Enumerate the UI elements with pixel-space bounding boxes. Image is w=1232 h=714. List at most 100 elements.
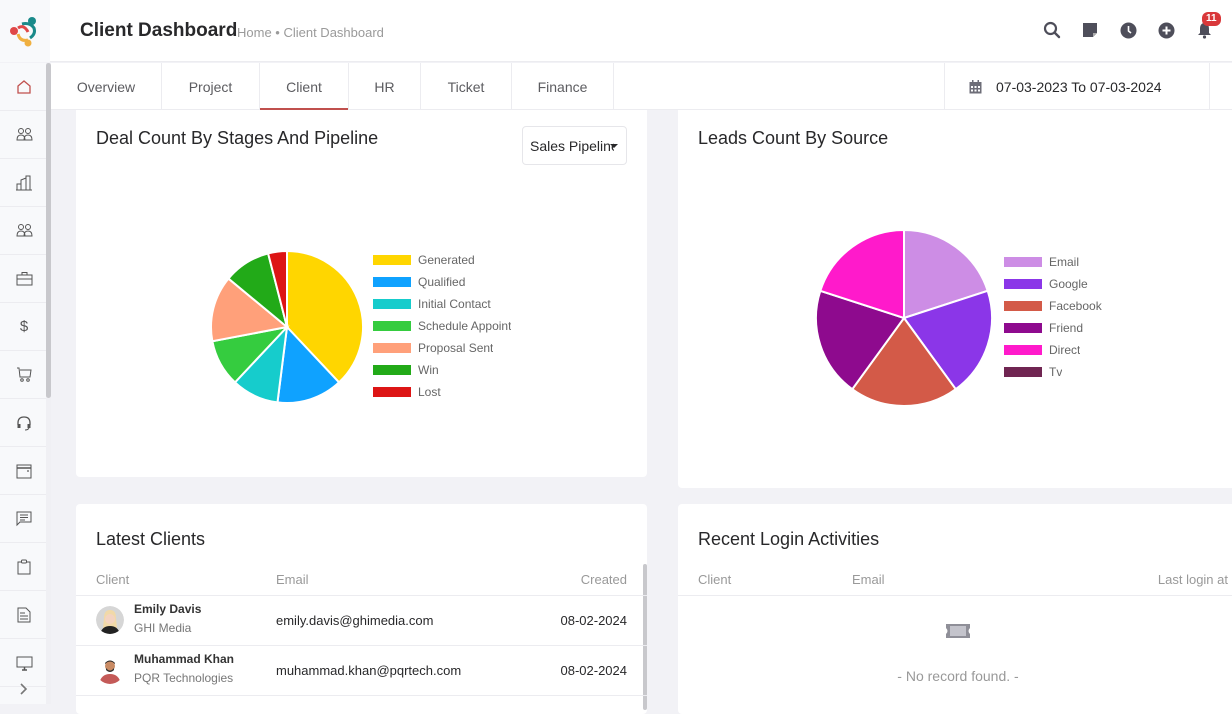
tab-hr[interactable]: HR [349,63,421,110]
legend-label: Win [418,363,439,377]
column-email: Email [852,572,885,587]
legend-label: Qualified [418,275,466,289]
column-email: Email [276,572,309,587]
empty-ticket-icon [946,624,970,638]
table-row[interactable]: Muhammad Khan PQR Technologies muhammad.… [76,646,647,696]
column-last-login: Last login at [1157,572,1228,587]
client-company: PQR Technologies [134,671,234,685]
legend-label: Generated [418,253,475,267]
legend-item-direct[interactable]: Direct [1004,339,1102,361]
client-company: GHI Media [134,621,192,635]
tab-bar: Overview Project Client HR Ticket Financ… [51,63,1232,111]
sticky-note-button[interactable] [1080,20,1100,40]
sidebar-item-projects[interactable] [0,255,48,303]
client-email: muhammad.khan@pqrtech.com [276,663,462,678]
leads-chart-legend: Email Google Facebook Friend Direct Tv [1004,251,1102,383]
legend-label: Tv [1049,365,1063,379]
table-row[interactable]: Emily Davis GHI Media emily.davis@ghimed… [76,596,647,646]
clock-button[interactable] [1118,20,1138,40]
legend-label: Friend [1049,321,1084,335]
legend-swatch [373,343,411,353]
client-name[interactable]: Muhammad Khan [134,652,234,666]
latest-clients-header: Client Email Created [76,566,647,596]
latest-clients-card: Latest Clients Client Email Created Emil… [76,504,647,714]
breadcrumb[interactable]: Home • Client Dashboard [237,25,384,40]
notifications-button[interactable]: 11 [1194,12,1221,40]
logo-icon [10,17,36,47]
clipboard-icon [17,559,31,574]
sidebar-scrollbar[interactable] [46,63,51,704]
monitor-icon [16,656,32,671]
sidebar-item-documents[interactable] [0,591,48,639]
legend-label: Email [1049,255,1080,269]
search-button[interactable] [1042,20,1062,40]
deal-chart-legend: Generated Qualified Initial Contact Schedul… [373,249,511,403]
legend-item-google[interactable]: Google [1004,273,1102,295]
deal-count-card: Deal Count By Stages And Pipeline Sales … [76,110,647,477]
client-name[interactable]: Emily Davis [134,602,201,616]
legend-swatch [1004,257,1042,267]
tab-finance[interactable]: Finance [512,63,614,110]
sidebar-item-calendar[interactable] [0,447,48,495]
legend-swatch [1004,323,1042,333]
search-icon [1043,21,1061,39]
sidebar-item-users[interactable] [0,111,48,159]
legend-item-qualified[interactable]: Qualified [373,271,511,293]
calendar-icon [969,79,982,93]
sidebar-item-support[interactable] [0,399,48,447]
add-button[interactable] [1156,20,1176,40]
legend-label: Proposal Sent [418,341,494,355]
caret-down-icon [610,144,618,148]
leads-pie-chart [815,228,993,407]
sidebar-item-orders[interactable] [0,351,48,399]
legend-item-initial-contact[interactable]: Initial Contact [373,293,511,315]
briefcase-icon [16,272,32,286]
top-header: Client Dashboard Home • Client Dashboard… [0,0,1232,62]
recent-logins-card: Recent Login Activities Client Email Las… [678,504,1232,714]
page-title: Client Dashboard [80,20,238,41]
legend-label: Lost [418,385,441,399]
sidebar-item-finance[interactable]: $ [0,303,48,351]
building-icon [16,175,32,190]
sidebar: $ [0,63,48,704]
avatar [96,656,124,684]
legend-item-lost[interactable]: Lost [373,381,511,403]
cart-icon [16,367,32,382]
legend-item-win[interactable]: Win [373,359,511,381]
legend-swatch [1004,301,1042,311]
legend-item-generated[interactable]: Generated [373,249,511,271]
tab-project[interactable]: Project [162,63,260,110]
sidebar-item-tasks[interactable] [0,543,48,591]
recent-logins-header: Client Email Last login at [678,566,1232,596]
app-logo[interactable] [0,0,50,62]
pipeline-select[interactable]: Sales Pipeline [522,126,627,165]
tab-ticket[interactable]: Ticket [421,63,512,110]
sidebar-item-messages[interactable] [0,495,48,543]
legend-item-facebook[interactable]: Facebook [1004,295,1102,317]
legend-item-friend[interactable]: Friend [1004,317,1102,339]
legend-item-schedule-appointment[interactable]: Schedule Appoint [373,315,511,337]
date-range-value: 07-03-2023 To 07-03-2024 [996,78,1162,95]
sidebar-item-team[interactable] [0,207,48,255]
date-range-picker[interactable]: 07-03-2023 To 07-03-2024 [944,63,1210,110]
legend-item-tv[interactable]: Tv [1004,361,1102,383]
leads-source-card: Leads Count By Source Email Google Faceboo… [678,110,1232,488]
empty-state-message: - No record found. - [897,668,1019,684]
empty-state-icon-wrap [678,622,1232,645]
legend-item-proposal-sent[interactable]: Proposal Sent [373,337,511,359]
column-created: Created [580,572,627,587]
pipeline-select-value: Sales Pipeline [530,137,614,154]
sidebar-item-home[interactable] [0,63,48,111]
column-client: Client [698,572,732,587]
avatar [96,606,124,634]
tab-overview[interactable]: Overview [51,63,162,110]
legend-item-email[interactable]: Email [1004,251,1102,273]
tab-client[interactable]: Client [260,63,349,111]
sidebar-expand-button[interactable] [0,674,48,704]
legend-swatch [373,387,411,397]
deal-pie-chart [210,249,364,404]
deal-card-title: Deal Count By Stages And Pipeline [96,128,379,148]
sidebar-item-company[interactable] [0,159,48,207]
legend-swatch [373,321,411,331]
notification-badge: 11 [1202,12,1221,26]
